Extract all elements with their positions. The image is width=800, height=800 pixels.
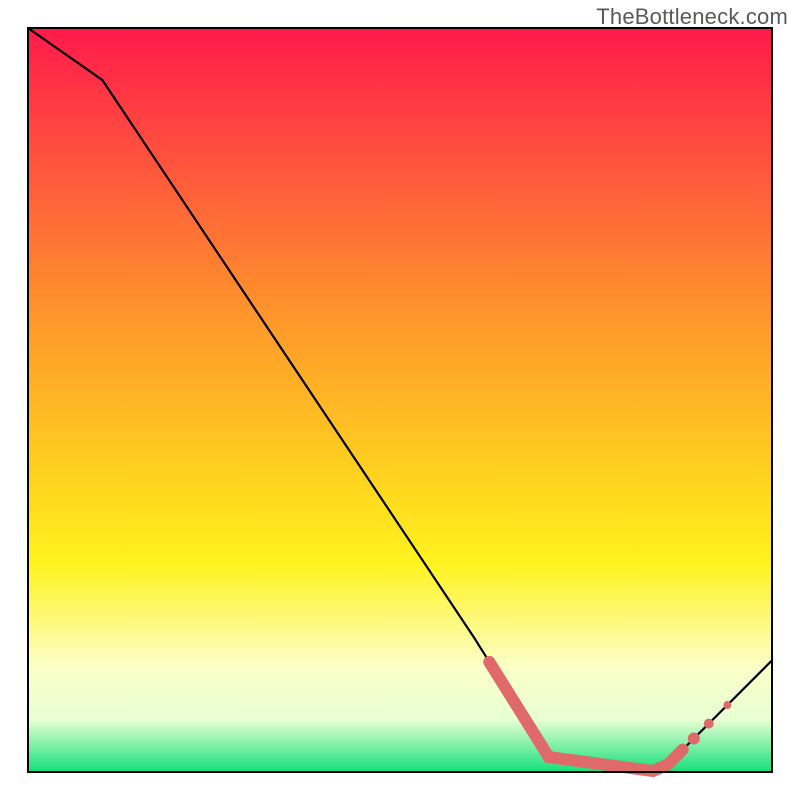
plot-background <box>28 28 772 772</box>
trailing-dot <box>704 719 714 729</box>
chart-stage: TheBottleneck.com <box>0 0 800 800</box>
bottleneck-chart <box>0 0 800 800</box>
watermark-text: TheBottleneck.com <box>596 4 788 30</box>
trailing-dot <box>723 701 731 709</box>
trailing-dot <box>688 733 700 745</box>
